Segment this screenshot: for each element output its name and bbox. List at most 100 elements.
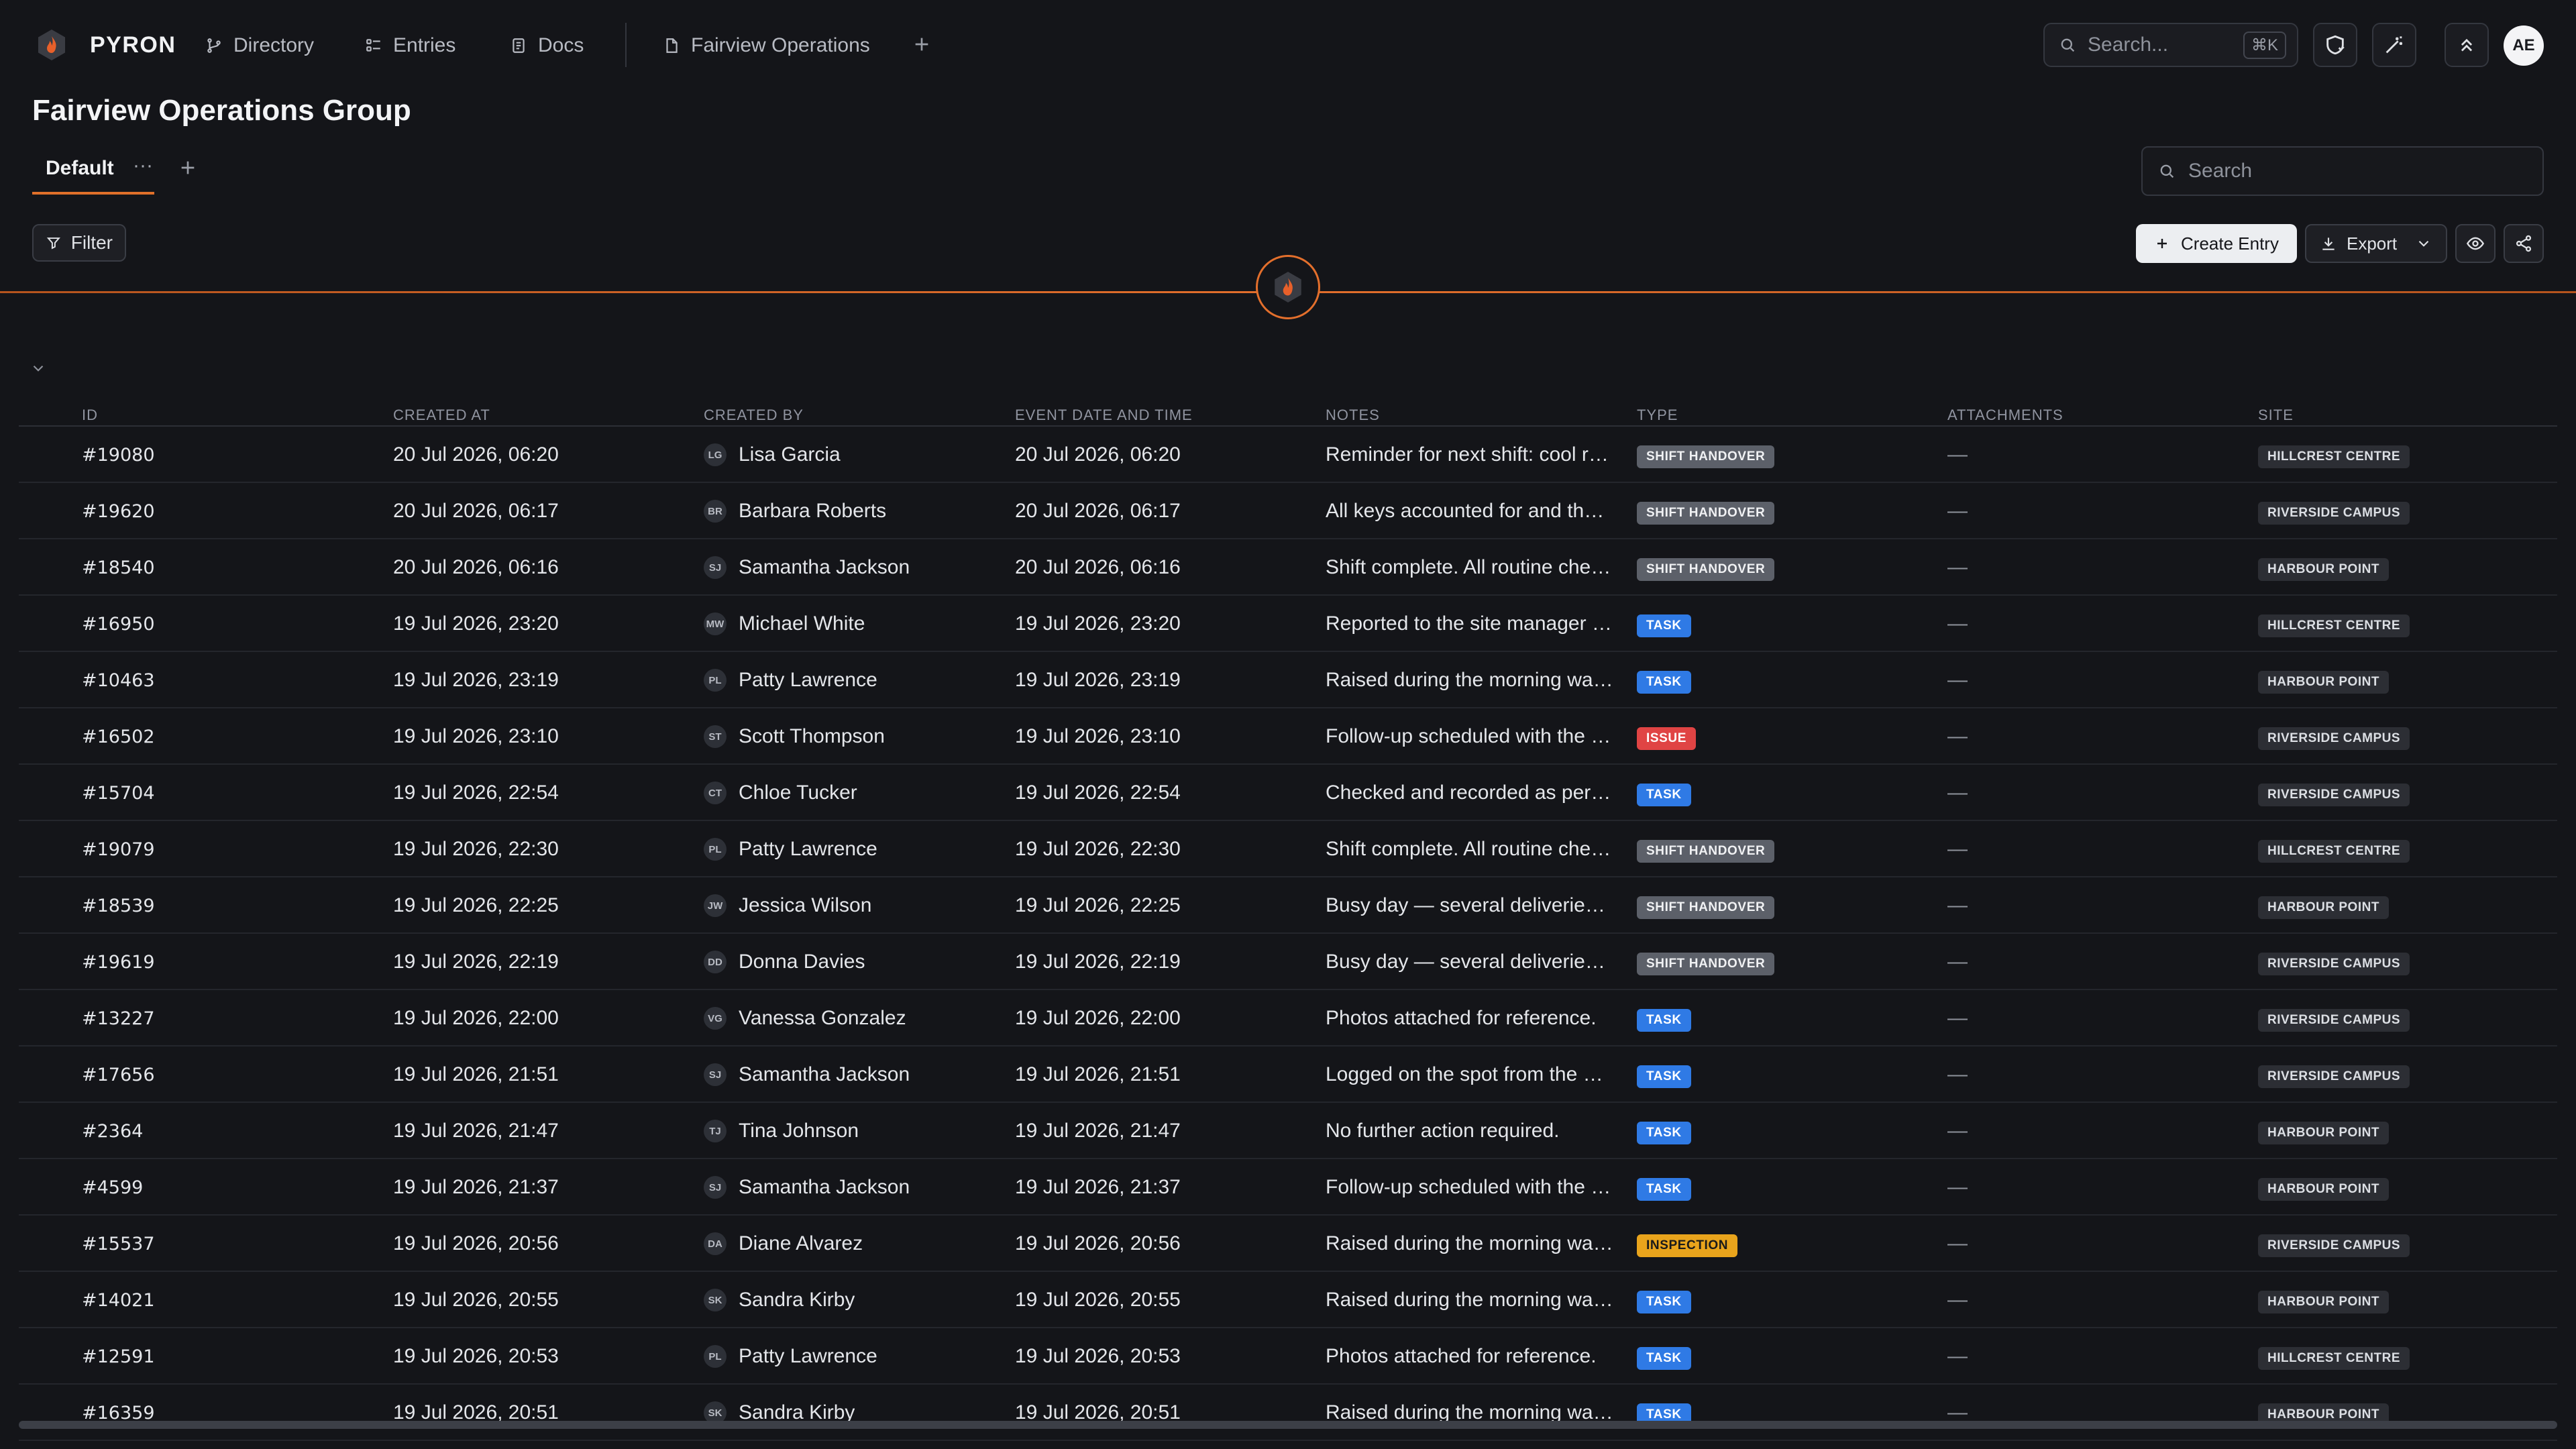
user-initials-avatar: SJ [704,556,727,579]
magic-wand-button[interactable] [2372,23,2416,67]
shield-button[interactable] [2313,23,2357,67]
table-row[interactable]: #18539 19 Jul 2026, 22:25 JW Jessica Wilson… [19,877,2557,934]
user-avatar[interactable]: AE [2504,25,2544,66]
table-row[interactable]: #18540 20 Jul 2026, 06:16 SJ Samantha Jacks… [19,539,2557,596]
entry-id[interactable]: #10463 [82,652,155,708]
column-header-id[interactable]: ID [82,407,98,424]
table-row[interactable]: #2364 19 Jul 2026, 21:47 TJ Tina Johnson 19 … [19,1103,2557,1159]
magic-wand-icon [2385,36,2403,54]
nav-item-directory[interactable]: Directory [205,32,314,59]
entry-id[interactable]: #19619 [82,934,155,990]
export-button[interactable]: Export [2305,224,2447,263]
entry-id[interactable]: #13227 [82,990,155,1046]
created-at-cell: 19 Jul 2026, 22:30 [393,821,559,877]
entry-id[interactable]: #2364 [82,1103,143,1159]
type-badge: TASK [1637,1178,1691,1201]
entry-id[interactable]: #16950 [82,596,155,652]
entry-id[interactable]: #19080 [82,427,155,483]
created-by-cell: SK Sandra Kirby [704,1272,855,1328]
tab-label: Fairview Operations [691,34,870,56]
type-cell: TASK [1637,1328,1691,1385]
event-date-text: 19 Jul 2026, 22:00 [1015,1007,1181,1029]
create-entry-button[interactable]: Create Entry [2136,224,2297,263]
table-row[interactable]: #16950 19 Jul 2026, 23:20 MW Michael White 1… [19,596,2557,652]
entry-id-text: #19080 [82,444,155,466]
horizontal-scrollbar[interactable] [19,1421,2557,1429]
eye-icon [2466,237,2485,250]
table-row[interactable]: #13227 19 Jul 2026, 22:00 VG Vanessa Gonzal… [19,990,2557,1046]
column-header-created-at[interactable]: CREATED AT [393,407,490,424]
table-row[interactable]: #4599 19 Jul 2026, 21:37 SJ Samantha Jackso… [19,1159,2557,1216]
table-row[interactable]: #15704 19 Jul 2026, 22:54 CT Chloe Tucker 19… [19,765,2557,821]
notes-cell: Shift complete. All routine checks done [1326,539,1614,596]
brand-name[interactable]: PYRON [90,32,176,58]
table-row[interactable]: #10463 19 Jul 2026, 23:19 PL Patty Lawrence… [19,652,2557,708]
visibility-button[interactable] [2455,224,2496,263]
column-header-site[interactable]: SITE [2258,407,2294,424]
entry-id[interactable]: #4599 [82,1159,143,1216]
entry-id[interactable]: #15537 [82,1216,155,1272]
notes-text: Shift complete. All routine checks done [1326,838,1614,860]
attachments-cell: — [1947,427,1968,483]
add-view-plus-icon[interactable] [177,157,199,178]
entry-id[interactable]: #19079 [82,821,155,877]
table-search-input[interactable]: Search [2141,146,2544,196]
share-icon [2516,235,2532,252]
tab-fairview-operations[interactable]: Fairview Operations [663,32,870,59]
share-button[interactable] [2504,224,2544,263]
filter-button[interactable]: Filter [32,224,126,262]
table-row[interactable]: #16359 19 Jul 2026, 20:51 SK Sandra Kirby 19… [19,1385,2557,1441]
event-date-cell: 20 Jul 2026, 06:16 [1015,539,1181,596]
table-row[interactable]: #19080 20 Jul 2026, 06:20 LG Lisa Garcia 20 … [19,427,2557,483]
table-row[interactable]: #19620 20 Jul 2026, 06:17 BR Barbara Robert… [19,483,2557,539]
table-row[interactable]: #19079 19 Jul 2026, 22:30 PL Patty Lawrence… [19,821,2557,877]
entry-id[interactable]: #14021 [82,1272,155,1328]
add-tab-plus-icon[interactable] [911,34,932,55]
column-header-type[interactable]: TYPE [1637,407,1678,424]
column-header-notes[interactable]: NOTES [1326,407,1380,424]
table-row[interactable]: #12591 19 Jul 2026, 20:53 PL Patty Lawrence… [19,1328,2557,1385]
event-date-text: 19 Jul 2026, 20:56 [1015,1232,1181,1254]
site-badge: HILLCREST CENTRE [2258,445,2410,468]
entry-id[interactable]: #16502 [82,708,155,765]
global-search-input[interactable]: Search... ⌘K [2043,23,2298,67]
notes-text: Checked and recorded as per site procedu… [1326,782,1614,804]
type-cell: TASK [1637,765,1691,821]
table-row[interactable]: #17656 19 Jul 2026, 21:51 SJ Samantha Jacks… [19,1046,2557,1103]
notes-cell: Raised during the morning walkthrough [1326,652,1614,708]
event-date-cell: 19 Jul 2026, 20:53 [1015,1328,1181,1385]
entry-id[interactable]: #18539 [82,877,155,934]
tab-label: Default [46,157,114,179]
created-by-cell: DA Diane Alvarez [704,1216,863,1272]
collapse-up-button[interactable] [2445,23,2489,67]
entry-id[interactable]: #19620 [82,483,155,539]
tab-menu-icon[interactable]: ··· [133,154,153,177]
table-row[interactable]: #19619 19 Jul 2026, 22:19 DD Donna Davies 19… [19,934,2557,990]
table-row[interactable]: #16502 19 Jul 2026, 23:10 ST Scott Thompson… [19,708,2557,765]
entry-id[interactable]: #18540 [82,539,155,596]
entry-id[interactable]: #17656 [82,1046,155,1103]
tab-default-view[interactable]: Default ··· [32,152,154,195]
created-at-cell: 20 Jul 2026, 06:17 [393,483,559,539]
site-badge: RIVERSIDE CAMPUS [2258,1234,2410,1257]
created-at-text: 19 Jul 2026, 23:19 [393,669,559,691]
site-badge: RIVERSIDE CAMPUS [2258,1009,2410,1032]
created-at-text: 19 Jul 2026, 22:25 [393,894,559,916]
entry-id[interactable]: #16359 [82,1385,155,1441]
type-cell: INSPECTION [1637,1216,1738,1272]
column-header-created-by[interactable]: CREATED BY [704,407,804,424]
column-header-event-date[interactable]: EVENT DATE AND TIME [1015,407,1193,424]
column-header-attachments[interactable]: ATTACHMENTS [1947,407,2063,424]
nav-item-docs[interactable]: Docs [510,32,584,59]
type-badge: TASK [1637,1291,1691,1313]
create-entry-label: Create Entry [2181,233,2279,254]
table-row[interactable]: #14021 19 Jul 2026, 20:55 SK Sandra Kirby 19… [19,1272,2557,1328]
pyron-logo-icon[interactable] [35,28,68,62]
site-badge: HILLCREST CENTRE [2258,614,2410,637]
entry-id[interactable]: #15704 [82,765,155,821]
table-row[interactable]: #15537 19 Jul 2026, 20:56 DA Diane Alvarez 1… [19,1216,2557,1272]
entry-id[interactable]: #12591 [82,1328,155,1385]
created-by-cell: PL Patty Lawrence [704,821,877,877]
created-by-cell: SJ Samantha Jackson [704,1159,910,1216]
nav-item-entries[interactable]: Entries [365,32,455,59]
